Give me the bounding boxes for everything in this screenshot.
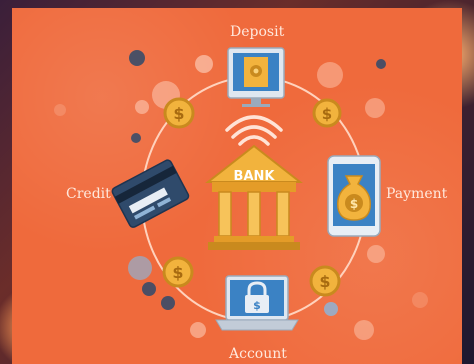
laptop-lock-icon: $ <box>215 275 299 331</box>
wifi-icon <box>225 115 283 146</box>
svg-text:$: $ <box>172 263 183 282</box>
deposit-label: Deposit <box>230 24 285 40</box>
svg-text:$: $ <box>253 299 261 312</box>
coin-icon-top-right: $ <box>312 98 342 128</box>
bank-sign: BANK <box>234 169 276 184</box>
svg-text:$: $ <box>319 272 330 291</box>
monitor-safe-icon <box>227 47 285 107</box>
coin-icon-bottom-left: $ <box>162 256 194 288</box>
infographic: $ $ $ $ BANK $ $ Deposit Payment Account… <box>0 0 474 364</box>
phone-money-bag-icon: $ <box>327 155 381 237</box>
svg-text:$: $ <box>350 197 358 211</box>
banking-diagram: $ $ $ $ BANK $ $ <box>54 47 428 340</box>
credit-card-icon <box>111 159 190 228</box>
coin-icon-top-left: $ <box>163 97 195 129</box>
payment-label: Payment <box>386 186 448 202</box>
svg-text:$: $ <box>173 104 184 123</box>
bank-building-icon: BANK <box>205 144 303 250</box>
svg-text:$: $ <box>322 105 332 123</box>
coin-icon-bottom-right: $ <box>309 265 341 297</box>
credit-label: Credit <box>66 186 111 202</box>
account-label: Account <box>229 346 287 362</box>
